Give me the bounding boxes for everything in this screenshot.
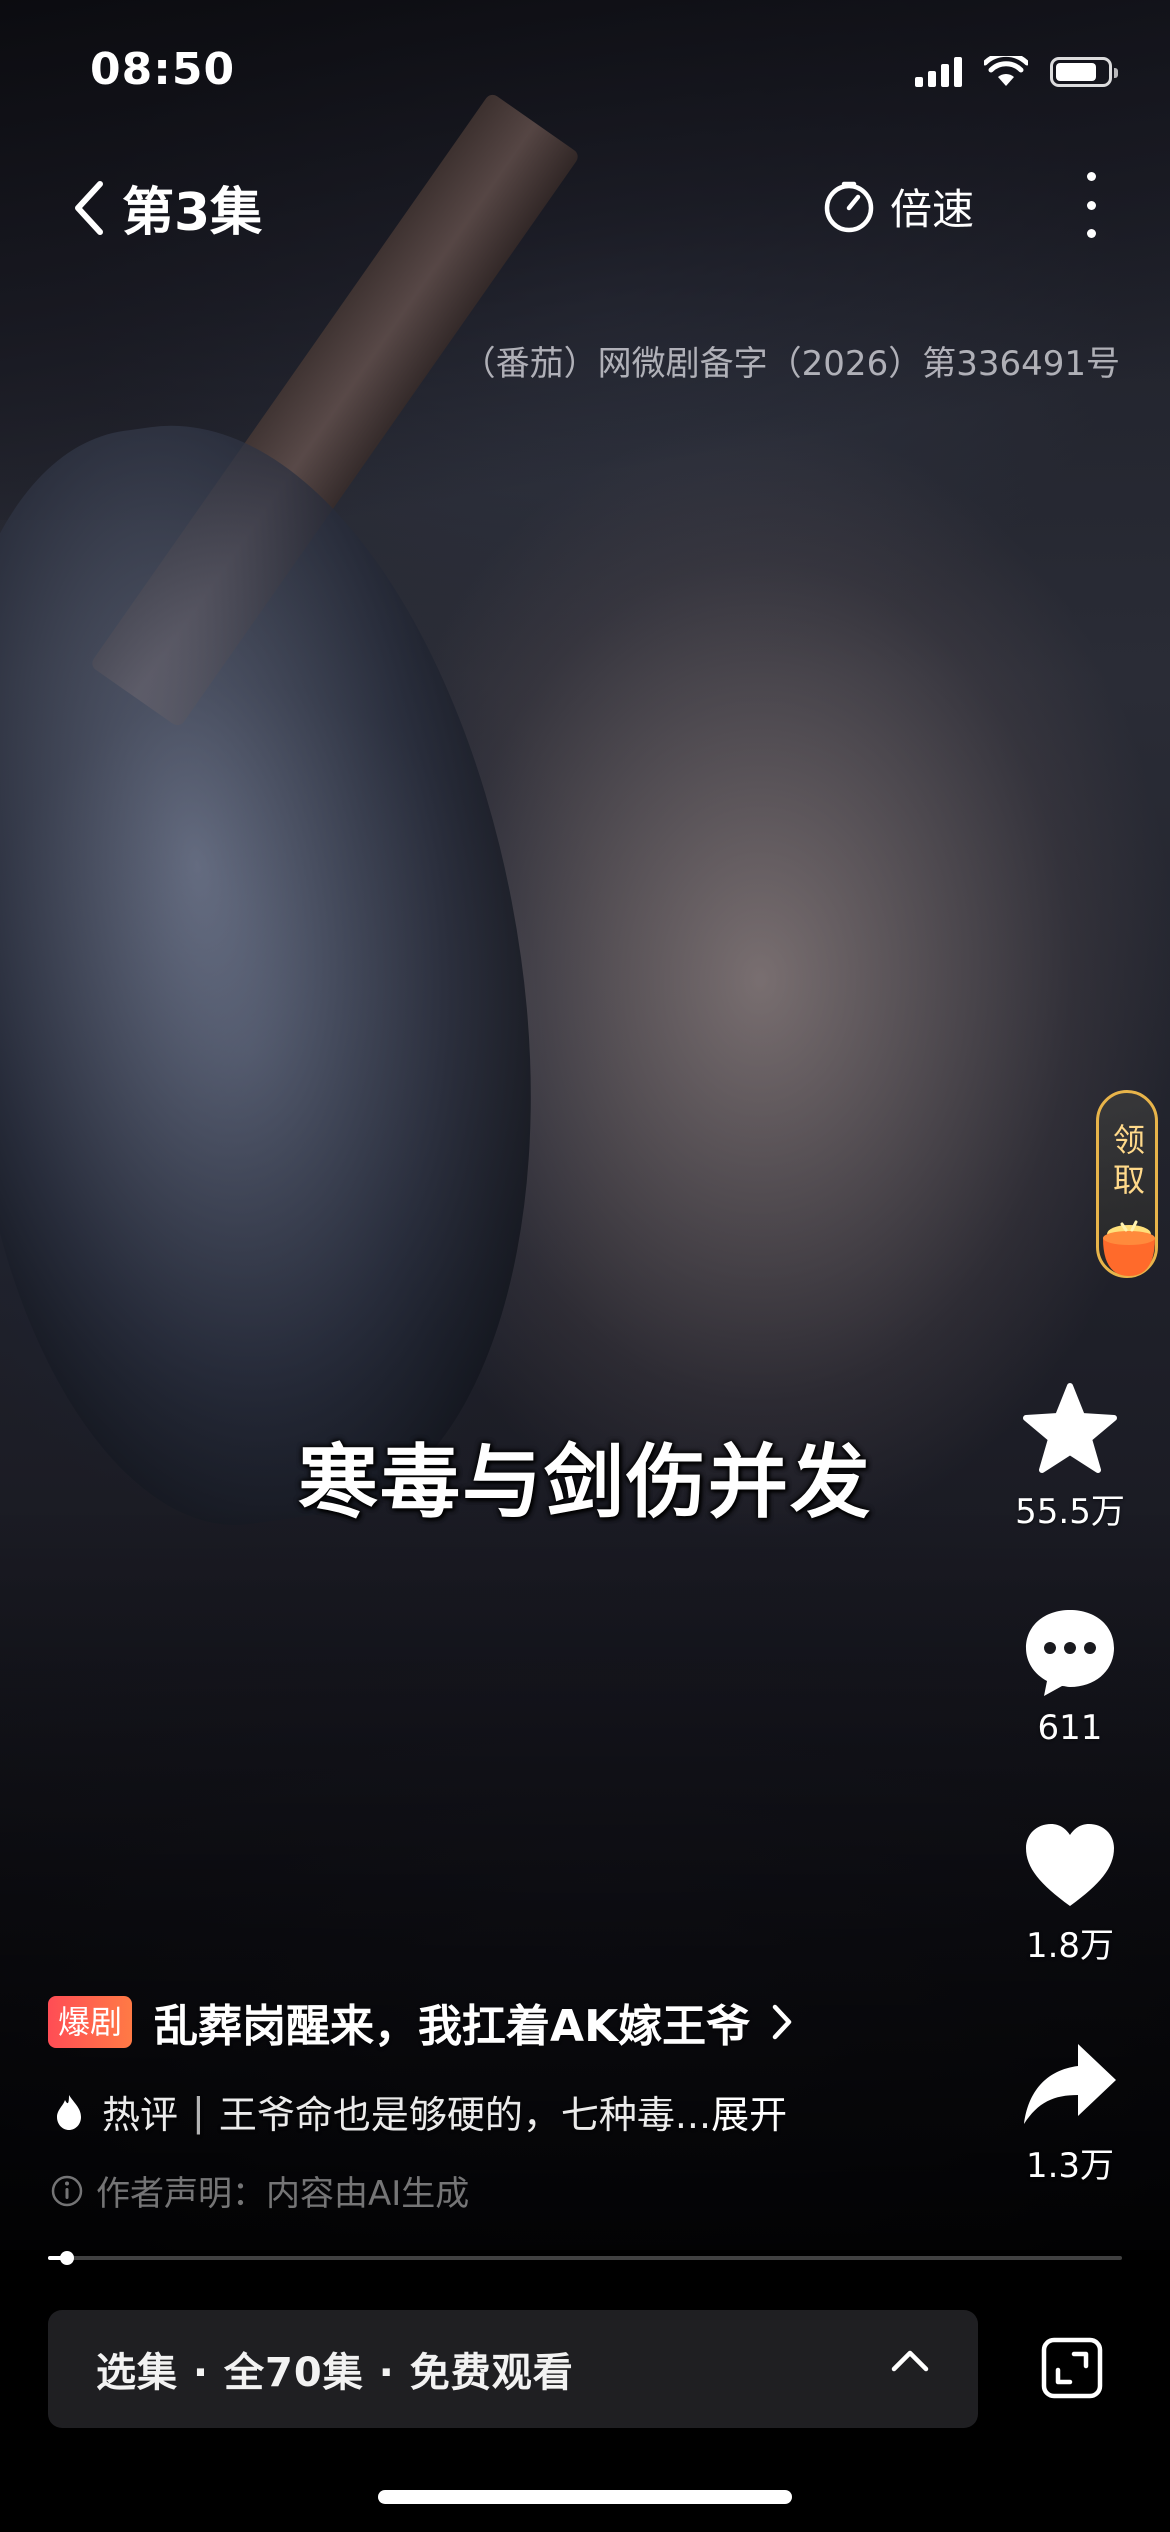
battery-level: [1056, 63, 1096, 81]
playback-speed-button[interactable]: 倍速: [822, 176, 974, 237]
short-drama-player-screen: 08:50 第3集 倍速 （番茄）网微剧备字（2026）第336491号 寒毒与…: [0, 0, 1170, 2532]
fullscreen-icon[interactable]: [1040, 2336, 1104, 2400]
signal-icon: [915, 57, 962, 87]
ai-notice-text: 作者声明：内容由AI生成: [96, 2174, 470, 2214]
comment-count: 611: [1037, 1708, 1103, 1748]
drama-title: 乱葬岗醒来，我扛着AK嫁王爷: [154, 2001, 751, 2052]
heart-icon: [1026, 1824, 1114, 1906]
info-icon: [51, 2175, 83, 2206]
claim-reward-label: 领取: [1108, 1123, 1146, 1203]
back-button[interactable]: 第3集: [72, 170, 262, 245]
status-time: 08:50: [90, 44, 236, 95]
more-dot: [1086, 229, 1096, 238]
chevron-right-icon: [772, 2004, 792, 2040]
timer-icon: [824, 181, 874, 232]
video-subtitle: 寒毒与剑伤并发: [298, 1436, 872, 1529]
license-number: （番茄）网微剧备字（2026）第336491号: [461, 344, 1120, 384]
like-count: 1.8万: [1025, 1926, 1115, 1966]
hot-comment-label: 热评: [102, 2093, 179, 2137]
star-icon: [1023, 1383, 1117, 1473]
video-progress-thumb[interactable]: [60, 2251, 75, 2265]
video-metal-mask: [0, 386, 594, 1554]
coin-pot-icon[interactable]: [1098, 1212, 1160, 1280]
video-progress-bar[interactable]: [48, 2251, 1122, 2265]
status-icons: [915, 56, 1118, 88]
hot-drama-badge: 爆剧: [48, 1996, 133, 2048]
hot-comment-text: 王爷命也是够硬的，七种毒...: [218, 2093, 712, 2137]
favorite-button[interactable]: 55.5万: [1010, 1380, 1130, 1533]
comment-button[interactable]: 611: [1010, 1604, 1130, 1748]
share-button[interactable]: 1.3万: [1010, 2040, 1130, 2187]
status-bar: 08:50: [0, 0, 1170, 140]
more-vertical-icon: [1086, 172, 1096, 181]
episode-selector-text: 选集 · 全70集 · 免费观看: [96, 2350, 574, 2396]
share-icon: [1024, 2044, 1116, 2124]
playback-speed-label: 倍速: [890, 185, 975, 234]
favorite-count: 55.5万: [1015, 1492, 1125, 1532]
drama-title-link[interactable]: 爆剧 乱葬岗醒来，我扛着AK嫁王爷: [48, 1990, 794, 2054]
expand-link[interactable]: 展开: [711, 2084, 787, 2139]
more-options-button[interactable]: [1076, 172, 1106, 238]
chevron-left-icon: [75, 180, 103, 235]
like-button[interactable]: 1.8万: [1010, 1820, 1130, 1967]
comment-icon: [1026, 1610, 1114, 1696]
chevron-up-icon: [891, 2350, 929, 2372]
episode-title: 第3集: [122, 183, 263, 243]
home-indicator[interactable]: [378, 2490, 792, 2504]
share-count: 1.3万: [1025, 2146, 1115, 2186]
hot-comment-separator: |: [192, 2089, 205, 2134]
battery-icon: [1050, 57, 1118, 87]
flame-icon: [57, 2094, 81, 2130]
wifi-icon: [984, 56, 1028, 86]
top-nav: 第3集 倍速: [0, 160, 1170, 250]
more-dot: [1086, 200, 1096, 210]
hot-comment-row[interactable]: 热评 | 王爷命也是够硬的，七种毒... 展开: [54, 2084, 787, 2139]
ai-content-notice: 作者声明：内容由AI生成: [50, 2166, 469, 2215]
episode-selector-bar[interactable]: 选集 · 全70集 · 免费观看: [48, 2310, 978, 2428]
